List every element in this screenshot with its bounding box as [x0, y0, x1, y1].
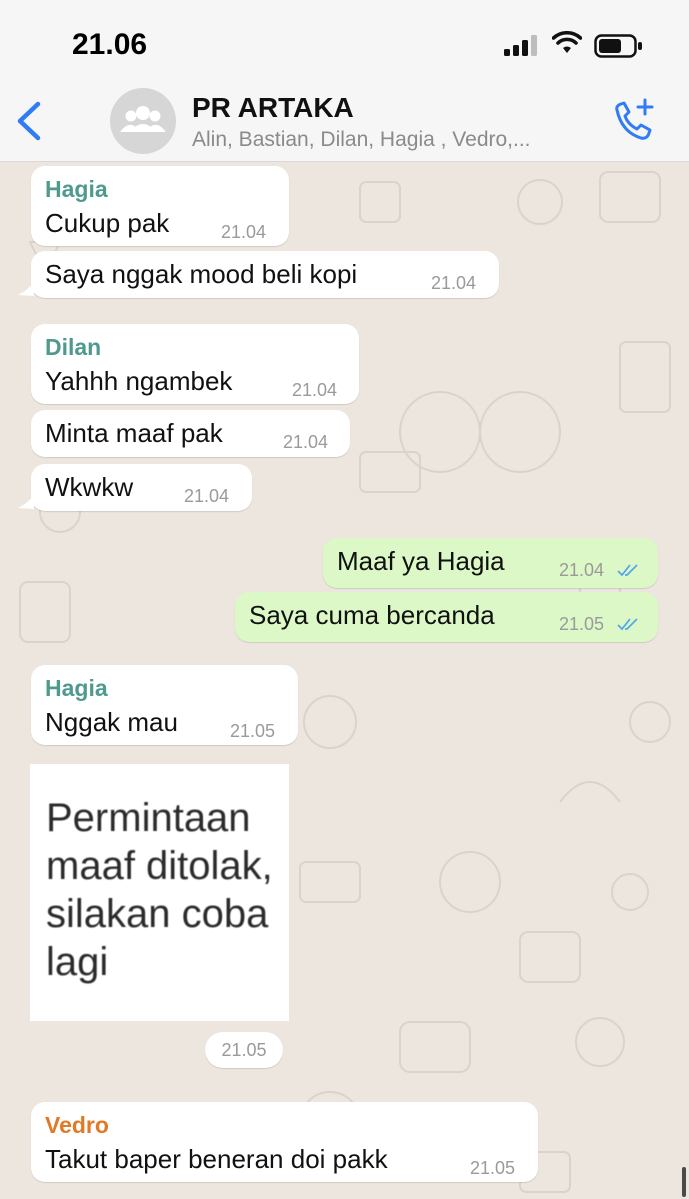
message-bubble[interactable]: Saya nggak mood beli kopi 21.04 [31, 251, 499, 298]
sticker-timestamp: 21.05 [205, 1032, 283, 1068]
message-bubble[interactable]: Minta maaf pak 21.04 [31, 410, 350, 457]
message-text: Cukup pak [45, 208, 170, 238]
chat-header: PR ARTAKA Alin, Bastian, Dilan, Hagia , … [0, 88, 689, 162]
sender-name: Dilan [45, 334, 102, 360]
read-receipt-icon [617, 564, 638, 577]
status-time: 21.06 [72, 28, 148, 61]
message-time: 21.04 [283, 432, 329, 452]
message-bubble[interactable]: Hagia Cukup pak 21.04 [31, 166, 289, 246]
bubble-tail [18, 495, 34, 509]
sticker-text: Permintaan maaf ditolak, silakan coba la… [46, 796, 273, 984]
sticker-time-text: 21.05 [221, 1040, 267, 1060]
group-members[interactable]: Alin, Bastian, Dilan, Hagia , Vedro,... [192, 128, 531, 152]
chat-area[interactable]: Hagia Cukup pak 21.04 Saya nggak mood be… [0, 162, 689, 1199]
message-time: 21.04 [184, 486, 230, 506]
message-time: 21.05 [230, 721, 276, 741]
message-bubble[interactable]: Hagia Nggak mau 21.05 [31, 665, 298, 745]
wifi-icon [552, 31, 582, 53]
sticker-image[interactable]: Permintaan maaf ditolak, silakan coba la… [30, 764, 289, 1021]
message-text: Wkwkw [45, 472, 134, 502]
group-avatar[interactable] [110, 88, 176, 154]
bubble-tail [18, 282, 34, 296]
back-chevron-icon[interactable] [14, 100, 44, 142]
status-bar: 21.06 [0, 0, 689, 88]
message-text: Nggak mau [45, 707, 178, 737]
message-time: 21.05 [470, 1158, 516, 1178]
scrollbar[interactable] [682, 1167, 686, 1197]
message-bubble[interactable]: Wkwkw 21.04 [31, 464, 252, 511]
add-call-icon[interactable] [608, 98, 656, 144]
message-text: Saya cuma bercanda [249, 600, 495, 630]
sender-name: Hagia [45, 675, 108, 701]
message-time: 21.04 [559, 560, 605, 580]
message-text: Yahhh ngambek [45, 366, 233, 396]
message-bubble[interactable]: Dilan Yahhh ngambek 21.04 [31, 324, 359, 404]
message-text: Takut baper beneran doi pakk [45, 1144, 388, 1174]
message-time: 21.04 [292, 380, 338, 400]
sender-name: Vedro [45, 1112, 109, 1138]
message-text: Minta maaf pak [45, 418, 223, 448]
message-text: Maaf ya Hagia [337, 546, 505, 576]
group-icon [120, 106, 166, 132]
message-bubble-outgoing[interactable]: Saya cuma bercanda 21.05 [235, 592, 658, 642]
read-receipt-icon [617, 618, 638, 631]
message-bubble-outgoing[interactable]: Maaf ya Hagia 21.04 [323, 538, 658, 588]
message-time: 21.05 [559, 614, 605, 634]
group-title[interactable]: PR ARTAKA [192, 92, 354, 124]
sender-name: Hagia [45, 176, 108, 202]
message-bubble[interactable]: Vedro Takut baper beneran doi pakk 21.05 [31, 1102, 538, 1182]
message-text: Saya nggak mood beli kopi [45, 259, 358, 289]
battery-icon [594, 34, 642, 58]
cellular-signal-icon [504, 35, 537, 56]
message-time: 21.04 [221, 222, 267, 242]
message-time: 21.04 [431, 273, 477, 293]
